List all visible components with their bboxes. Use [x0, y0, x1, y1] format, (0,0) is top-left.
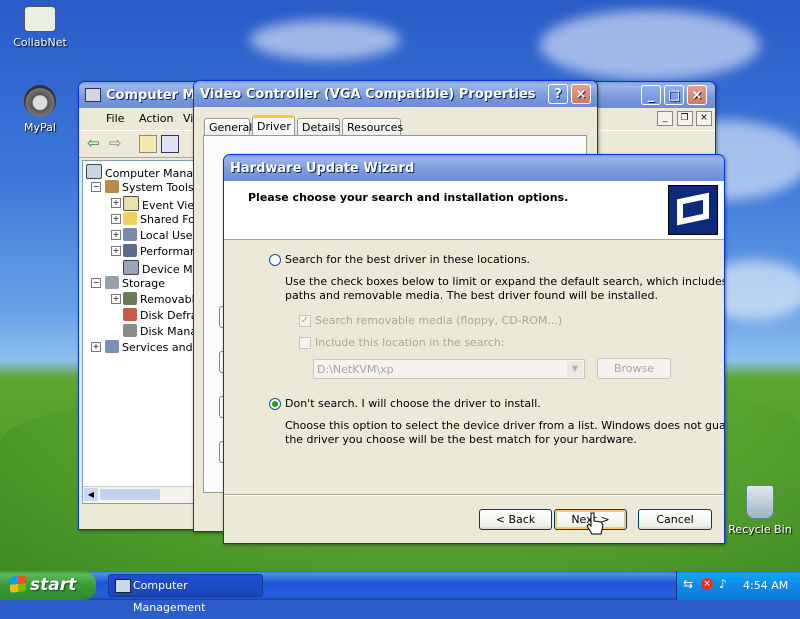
expand-icon[interactable]: + [111, 294, 121, 304]
recycle-bin-icon [746, 485, 774, 519]
mdi-restore-icon[interactable]: ❐ [676, 111, 693, 126]
hardware-card-icon [668, 185, 718, 235]
show-hide-tree-icon[interactable] [161, 135, 179, 153]
close-button[interactable]: × [571, 84, 591, 104]
start-button[interactable]: start [0, 571, 96, 600]
removable-storage-icon [123, 292, 137, 305]
defrag-icon [123, 308, 137, 321]
mdi-minimize-icon[interactable]: _ [657, 111, 673, 126]
search-removable-media-label: Search removable media (floppy, CD-ROM..… [315, 314, 563, 327]
desktop-icon-label: CollabNet [13, 36, 67, 49]
expand-icon[interactable]: + [111, 214, 121, 224]
tools-icon [105, 180, 119, 193]
maximize-button[interactable]: □ [664, 85, 684, 105]
expand-icon[interactable]: − [91, 278, 101, 288]
tree-horizontal-scrollbar[interactable]: ◀ [83, 486, 196, 503]
include-location-checkbox[interactable] [299, 337, 311, 349]
performance-icon [123, 244, 137, 257]
location-path-combobox[interactable]: D:\NetKVM\xp ▼ [313, 359, 585, 379]
desktop-icon-label: Recycle Bin [728, 523, 792, 536]
menu-file[interactable]: File [106, 112, 124, 125]
security-alert-icon[interactable]: × [701, 578, 713, 590]
tree-item-system-tools[interactable]: System Tools [105, 180, 194, 194]
menu-action[interactable]: Action [139, 112, 173, 125]
search-removable-media-checkbox[interactable]: ✓ [299, 315, 311, 327]
scroll-thumb[interactable] [100, 489, 160, 500]
expand-icon[interactable]: + [91, 342, 101, 352]
wizard-header: Please choose your search and installati… [224, 181, 724, 240]
start-label: start [30, 575, 77, 595]
button-separator [224, 494, 724, 496]
browse-button[interactable]: Browse [597, 358, 671, 379]
tree-pane: Computer Management (Local) − System Too… [82, 160, 298, 504]
volume-icon[interactable]: ♪ [719, 577, 727, 591]
expand-icon[interactable]: − [91, 182, 101, 192]
expand-icon[interactable]: + [111, 198, 121, 208]
wizard-titlebar[interactable]: Hardware Update Wizard [224, 155, 724, 181]
properties-titlebar[interactable]: Video Controller (VGA Compatible) Proper… [194, 81, 597, 107]
mdi-controls: _ ❐ × [657, 110, 712, 126]
scroll-left-icon[interactable]: ◀ [84, 488, 98, 501]
dont-search-radio[interactable] [269, 398, 281, 410]
search-best-driver-label[interactable]: Search for the best driver in these loca… [285, 253, 530, 266]
desktop-icon-recycle-bin[interactable]: Recycle Bin [725, 485, 795, 536]
computer-management-title-icon [85, 88, 101, 102]
wizard-heading: Please choose your search and installati… [248, 191, 569, 204]
hand-cursor-icon [586, 512, 604, 535]
clock[interactable]: 4:54 AM [743, 579, 788, 592]
back-button[interactable]: < Back [479, 509, 552, 530]
search-best-driver-radio[interactable] [269, 254, 281, 266]
search-description-line1: Use the check boxes below to limit or ex… [285, 275, 725, 288]
event-viewer-icon [123, 196, 139, 211]
disk-management-icon [123, 324, 137, 337]
minimize-button[interactable]: _ [641, 85, 661, 105]
tree-item-storage[interactable]: Storage [105, 276, 165, 290]
search-description-line2: paths and removable media. The best driv… [285, 289, 658, 302]
include-location-label: Include this location in the search: [315, 336, 505, 349]
collabnet-icon [24, 6, 56, 32]
cancel-button[interactable]: Cancel [638, 509, 712, 530]
tab-general[interactable]: General [204, 118, 252, 136]
network-icon[interactable]: ⇆ [683, 577, 693, 591]
computer-management-icon [115, 579, 131, 593]
forward-arrow-icon[interactable]: ⇨ [109, 134, 122, 152]
tab-driver[interactable]: Driver [252, 115, 295, 136]
shared-folder-icon [123, 212, 137, 225]
desktop-icon-mypal[interactable]: MyPal [5, 85, 75, 134]
hardware-update-wizard: Hardware Update Wizard Please choose you… [223, 154, 725, 544]
help-button[interactable]: ? [548, 84, 568, 104]
dont-search-description-line1: Choose this option to select the device … [285, 419, 724, 432]
services-icon [105, 340, 119, 353]
users-icon [123, 228, 137, 241]
desktop-icon-label: MyPal [24, 121, 56, 134]
dont-search-label[interactable]: Don't search. I will choose the driver t… [285, 397, 541, 410]
up-folder-icon[interactable] [139, 135, 157, 153]
expand-icon[interactable]: + [111, 246, 121, 256]
mypal-raccoon-icon [24, 85, 56, 117]
tab-resources[interactable]: Resources [342, 118, 403, 136]
tab-details[interactable]: Details [297, 118, 340, 136]
windows-logo-icon [10, 575, 26, 593]
desktop-icon-collabnet[interactable]: CollabNet [5, 6, 75, 49]
location-path-value: D:\NetKVM\xp [317, 363, 394, 376]
computer-icon [86, 164, 102, 179]
storage-icon [105, 276, 119, 289]
taskbar: start Computer Management ⇆ × ♪ 4:54 AM [0, 571, 800, 614]
mdi-close-icon[interactable]: × [696, 111, 712, 126]
back-arrow-icon[interactable]: ⇦ [87, 134, 100, 152]
close-button[interactable]: × [687, 85, 707, 105]
expand-icon[interactable]: + [111, 230, 121, 240]
device-manager-icon [123, 260, 139, 275]
chevron-down-icon[interactable]: ▼ [567, 361, 583, 377]
wizard-title: Hardware Update Wizard [230, 160, 415, 176]
properties-title: Video Controller (VGA Compatible) Proper… [200, 86, 536, 102]
dont-search-description-line2: the driver you choose will be the best m… [285, 433, 637, 446]
taskbar-button-label: Computer Management [133, 579, 206, 614]
taskbar-button-computer-management[interactable]: Computer Management [108, 574, 263, 614]
system-tray: ⇆ × ♪ 4:54 AM [676, 571, 800, 600]
